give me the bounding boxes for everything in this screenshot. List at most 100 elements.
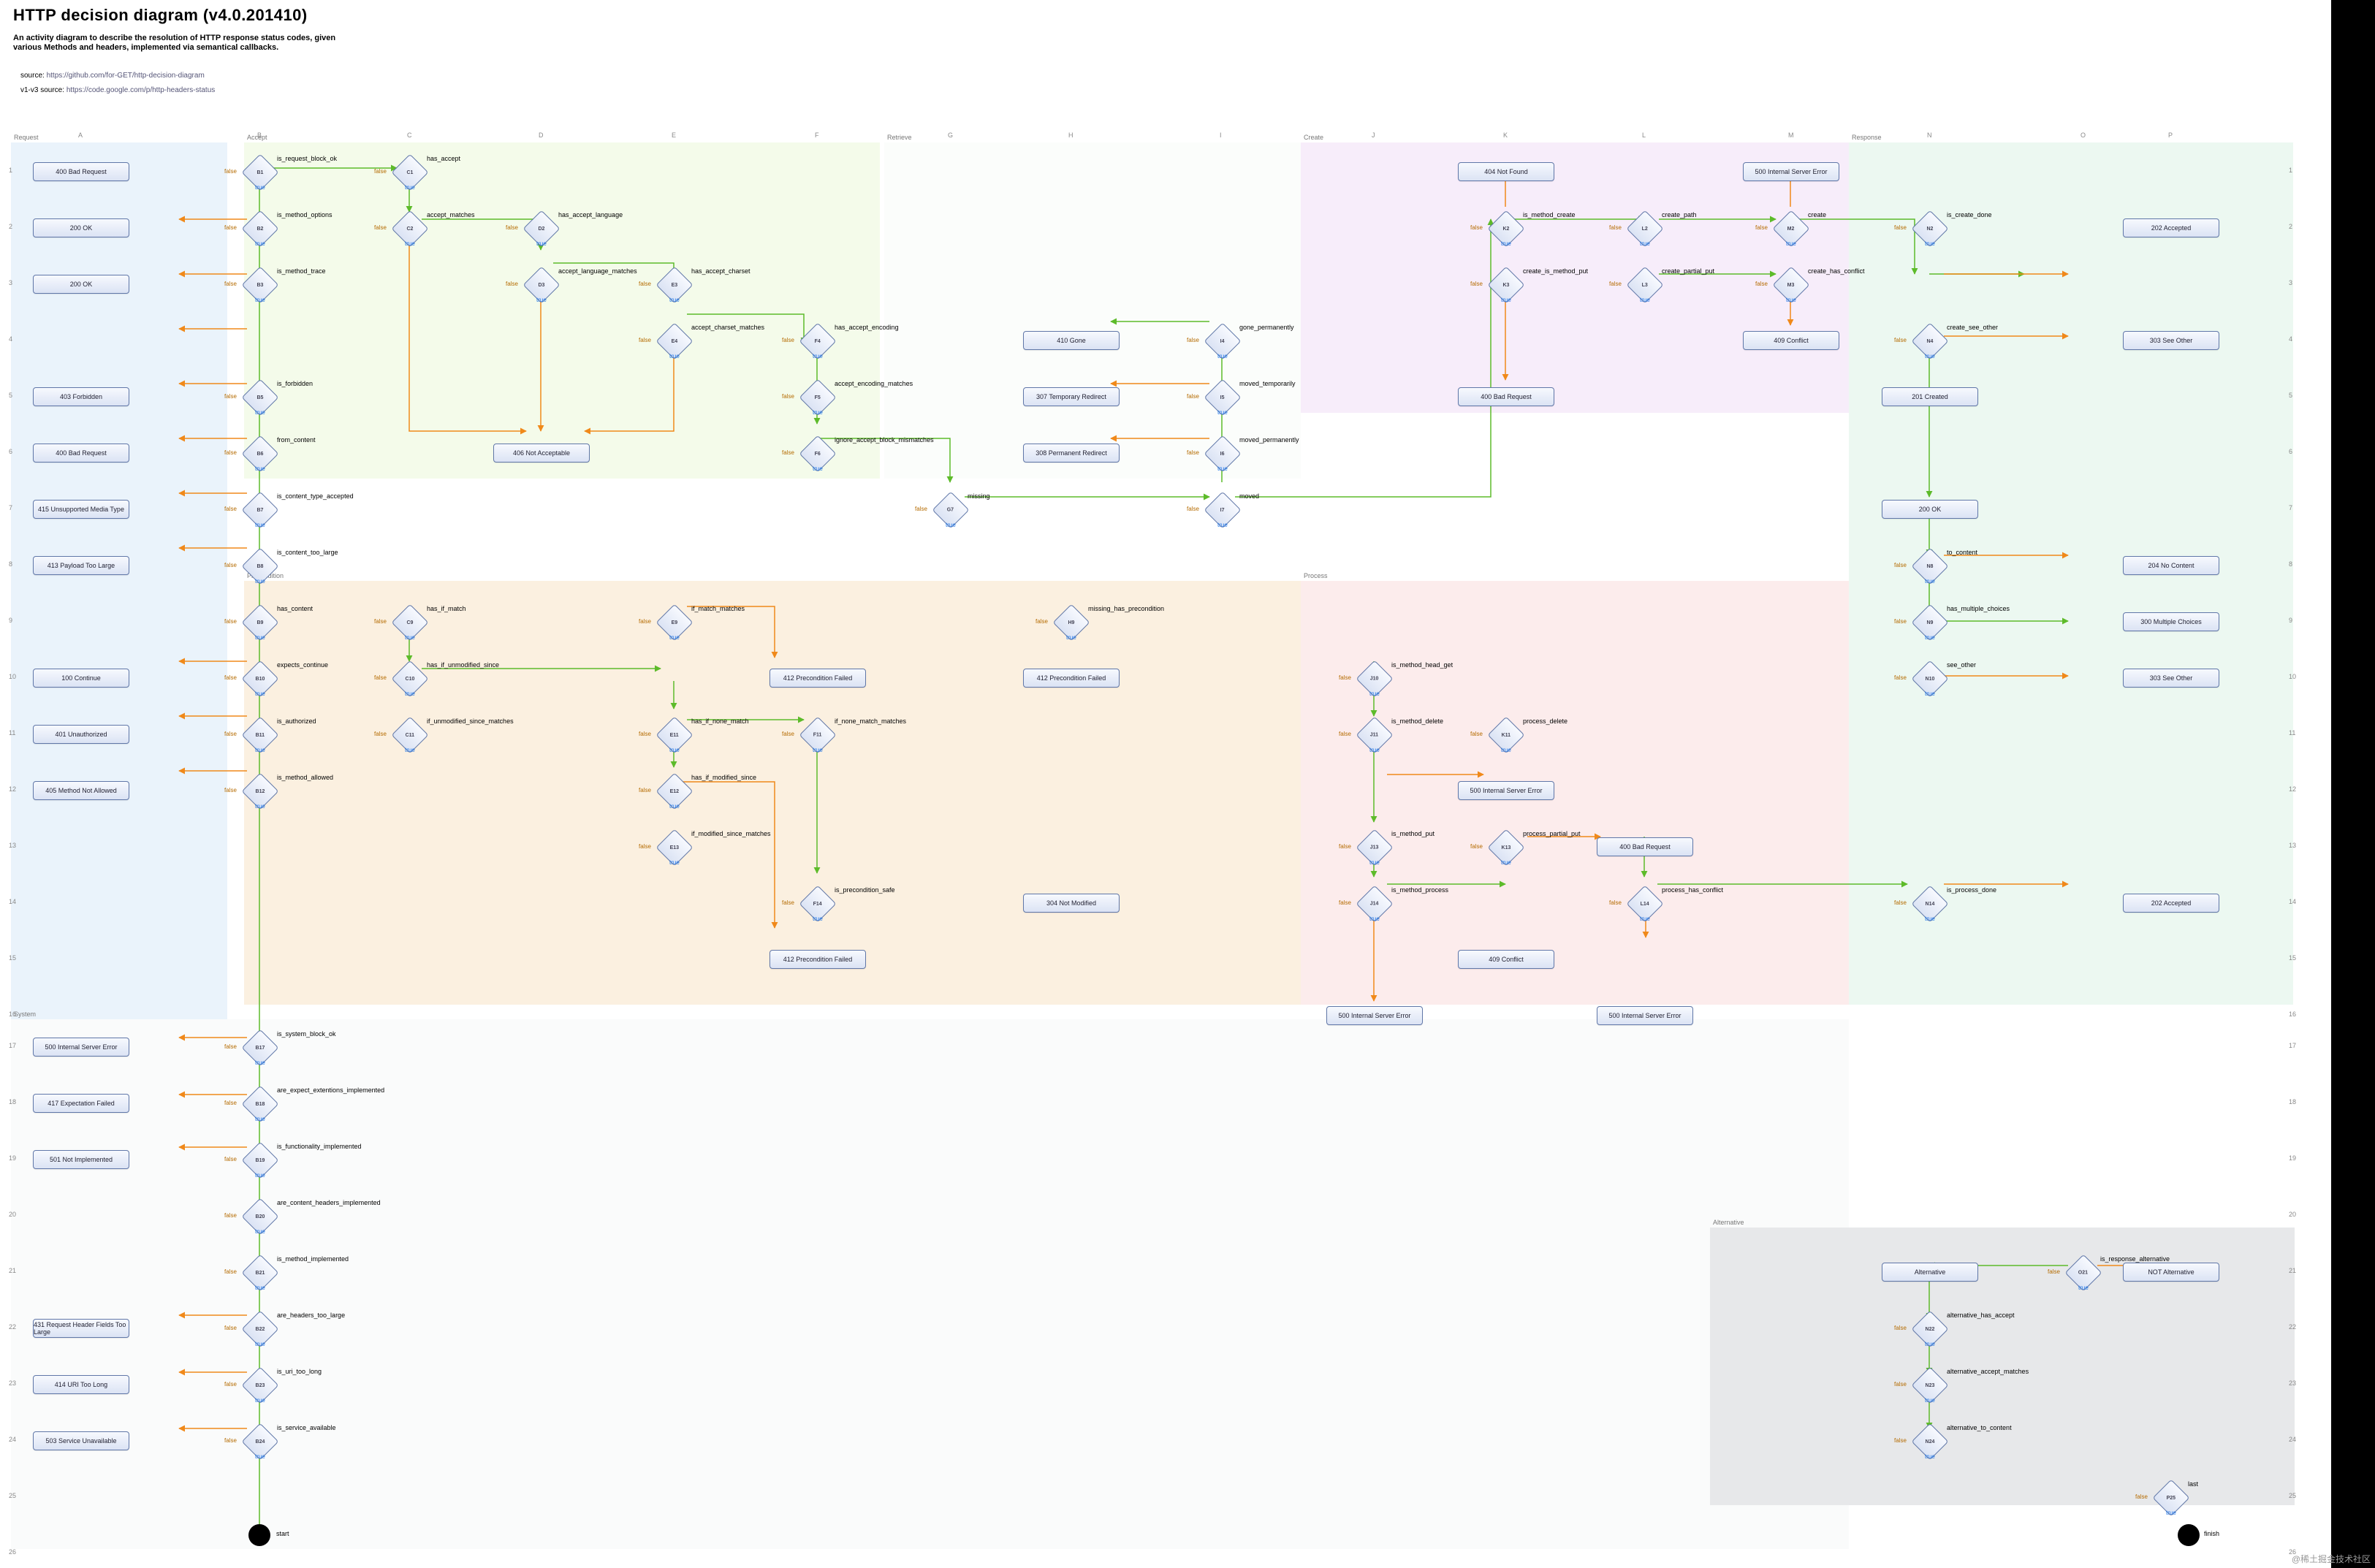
sb_413: 413 Payload Too Large: [33, 556, 129, 575]
d_m2-false: false: [1755, 224, 1768, 231]
row-12: 12: [2289, 785, 2296, 793]
d_b19-true: true: [255, 1172, 265, 1179]
d_f6-true: true: [813, 465, 823, 472]
row-20: 20: [9, 1211, 16, 1218]
d_b1-false: false: [224, 168, 237, 175]
d_b21-true: true: [255, 1285, 265, 1291]
d_i7-label: moved: [1239, 492, 1259, 500]
d_k14-false: false: [1609, 899, 1622, 906]
region-create: [1301, 142, 1849, 413]
region-system: [11, 1019, 1849, 1549]
d_j13-false: false: [1339, 843, 1351, 850]
d_e4-true: true: [669, 353, 680, 359]
d_b11-true: true: [255, 747, 265, 753]
region-label-system: System: [14, 1011, 36, 1018]
d_o21-true: true: [2078, 1285, 2089, 1291]
d_b10-false: false: [224, 674, 237, 681]
row-1: 1: [2289, 167, 2292, 174]
d_n2-true: true: [1925, 240, 1935, 247]
d_b24-false: false: [224, 1437, 237, 1444]
d_n14-true: true: [1925, 916, 1935, 922]
d_b19-label: is_functionality_implemented: [277, 1143, 362, 1150]
d_n8-label: to_content: [1947, 549, 1977, 556]
d_n9-label: has_multiple_choices: [1947, 605, 2010, 612]
d_c2-label: accept_matches: [427, 211, 475, 218]
col-N: N: [1927, 132, 1932, 139]
start-node: [248, 1524, 270, 1546]
d_e12-false: false: [639, 787, 651, 793]
row-8: 8: [2289, 560, 2292, 568]
d_n9-true: true: [1925, 634, 1935, 641]
d_m2-label: create: [1808, 211, 1826, 218]
sb_100: 100 Continue: [33, 669, 129, 688]
col-J: J: [1372, 132, 1375, 139]
region-label-create: Create: [1304, 134, 1323, 141]
col-A: A: [78, 132, 83, 139]
d_c11-label: if_unmodified_since_matches: [427, 718, 514, 725]
row-1: 1: [9, 167, 12, 174]
d_i7-false: false: [1187, 506, 1199, 512]
row-5: 5: [9, 392, 12, 399]
row-7: 7: [9, 504, 12, 511]
d_f14-false: false: [782, 899, 794, 906]
sb_500_m1: 500 Internal Server Error: [1743, 162, 1839, 181]
d_b8-true: true: [255, 578, 265, 585]
d_b11-false: false: [224, 731, 237, 737]
region-label-request: Request: [14, 134, 39, 141]
d_i5-label: moved_temporarily: [1239, 380, 1296, 387]
d_l2-false: false: [1609, 224, 1622, 231]
d_f11-label: if_none_match_matches: [835, 718, 906, 725]
d_c1-true: true: [405, 184, 415, 191]
d_e9-label: if_match_matches: [691, 605, 745, 612]
d_f11-true: true: [813, 747, 823, 753]
row-24: 24: [2289, 1436, 2296, 1443]
sb_500_j16: 500 Internal Server Error: [1326, 1006, 1423, 1025]
d_j14-true: true: [1369, 916, 1380, 922]
d_j14-label: is_method_process: [1391, 886, 1448, 894]
d_i6-true: true: [1217, 465, 1228, 472]
d_p25-false: false: [2135, 1493, 2148, 1500]
d_k13-false: false: [1470, 843, 1483, 850]
d_b17-false: false: [224, 1043, 237, 1050]
region-label-alternative: Alternative: [1713, 1219, 1744, 1226]
d_n2-false: false: [1894, 224, 1907, 231]
d_p25-true: true: [2166, 1510, 2176, 1516]
region-accept: [244, 142, 880, 479]
d_e11-false: false: [639, 731, 651, 737]
col-E: E: [672, 132, 676, 139]
row-17: 17: [9, 1042, 16, 1049]
sb_417: 417 Expectation Failed: [33, 1094, 129, 1113]
col-M: M: [1788, 132, 1794, 139]
d_e4-false: false: [639, 337, 651, 343]
d_c9-label: has_if_match: [427, 605, 466, 612]
d_e3-true: true: [669, 297, 680, 303]
col-L: L: [1642, 132, 1646, 139]
region-process: [1301, 581, 1849, 1005]
d_i4-true: true: [1217, 353, 1228, 359]
col-I: I: [1220, 132, 1222, 139]
d_d3-label: accept_language_matches: [558, 267, 637, 275]
sb_400_l13: 400 Bad Request: [1597, 837, 1693, 856]
sb_304: 304 Not Modified: [1023, 894, 1120, 913]
row-11: 11: [9, 729, 15, 737]
d_f6-false: false: [782, 449, 794, 456]
d_k14-label: process_has_conflict: [1662, 886, 1723, 894]
row-18: 18: [2289, 1098, 2296, 1105]
d_n9-false: false: [1894, 618, 1907, 625]
row-2: 2: [9, 223, 12, 230]
d_b7-false: false: [224, 506, 237, 512]
sb_400_1: 400 Bad Request: [33, 162, 129, 181]
d_j11-false: false: [1339, 731, 1351, 737]
region-label-response: Response: [1852, 134, 1882, 141]
sb_204_p8: 204 No Content: [2123, 556, 2219, 575]
d_e13-false: false: [639, 843, 651, 850]
d_b9-label: has_content: [277, 605, 313, 612]
sb_401: 401 Unauthorized: [33, 725, 129, 744]
row-25: 25: [9, 1492, 16, 1499]
d_j10-true: true: [1369, 690, 1380, 697]
row-6: 6: [9, 448, 12, 455]
d_n10-false: false: [1894, 674, 1907, 681]
watermark: @稀土掘金技术社区: [2292, 1553, 2371, 1565]
d_b19-false: false: [224, 1156, 237, 1162]
col-D: D: [539, 132, 544, 139]
